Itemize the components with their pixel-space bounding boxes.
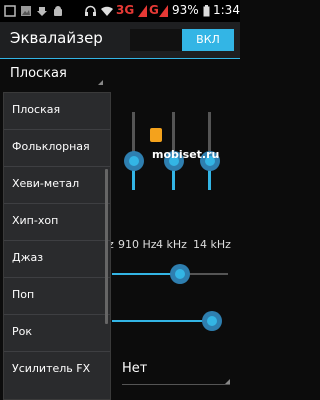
virtualizer-slider[interactable] <box>202 311 222 331</box>
download-icon <box>37 7 47 16</box>
page-title: Эквалайзер <box>10 29 103 47</box>
dropdown-item[interactable]: Фольклорная <box>4 130 110 167</box>
reverb-value[interactable]: Нет <box>122 361 147 376</box>
action-bar: Эквалайзер ВКЛ <box>0 22 240 59</box>
network-type: 3G <box>116 3 135 17</box>
dropdown-item-label: Усилитель FX <box>12 362 91 375</box>
headphones-icon <box>85 5 96 16</box>
bass-boost-slider[interactable] <box>170 264 190 284</box>
status-bar: 3G G 93% 1:34 <box>0 0 240 22</box>
toggle-on-label: ВКЛ <box>182 29 234 51</box>
signal-icon <box>138 5 147 17</box>
dropdown-item-label: Хип-хоп <box>12 214 59 227</box>
dropdown-item[interactable]: Хип-хоп <box>4 204 110 241</box>
battery-icon <box>203 5 210 17</box>
watermark-logo <box>150 128 162 142</box>
band-label-4khz: 4 kHz <box>156 238 187 251</box>
equalizer-toggle[interactable]: ВКЛ <box>130 29 234 51</box>
dropdown-item[interactable]: Джаз <box>4 241 110 278</box>
android-icon <box>54 6 62 16</box>
dropdown-item[interactable]: Хеви-метал <box>4 167 110 204</box>
preset-selected: Плоская <box>10 66 67 81</box>
network-type-2: G <box>149 3 159 17</box>
watermark: mobiset.ru <box>152 148 220 161</box>
dropdown-item[interactable]: Рок <box>4 315 110 352</box>
battery-percent: 93% <box>172 3 199 17</box>
dropdown-item-label: Хеви-метал <box>12 177 80 190</box>
signal-icon-2 <box>159 5 168 17</box>
notification-icon <box>4 5 16 17</box>
clock: 1:34 <box>213 3 240 17</box>
preset-spinner[interactable]: Плоская <box>8 64 108 88</box>
dropdown-item-label: Поп <box>12 288 35 301</box>
dropdown-item-label: Плоская <box>12 103 61 116</box>
dropdown-item[interactable]: Поп <box>4 278 110 315</box>
spinner-arrow-icon <box>98 80 103 85</box>
virtualizer-track-fill <box>112 320 212 322</box>
wifi-icon <box>101 6 113 16</box>
reverb-underline <box>122 384 230 385</box>
dropdown-item-label: Рок <box>12 325 33 338</box>
dropdown-item-label: Джаз <box>12 251 44 264</box>
dropdown-item[interactable]: Плоская <box>4 93 110 130</box>
band-label-14khz: 14 kHz <box>193 238 231 251</box>
dropdown-item[interactable]: Усилитель FX <box>4 352 110 389</box>
reverb-arrow-icon <box>225 379 230 384</box>
dropdown-scrollbar[interactable] <box>105 169 108 324</box>
band-slider-910hz[interactable] <box>124 151 144 171</box>
dropdown-item-label: Фольклорная <box>12 140 90 153</box>
band-label-910hz: 910 Hz <box>118 238 157 251</box>
image-icon <box>21 6 31 16</box>
preset-dropdown: Плоская Фольклорная Хеви-метал Хип-хоп Д… <box>3 92 111 400</box>
